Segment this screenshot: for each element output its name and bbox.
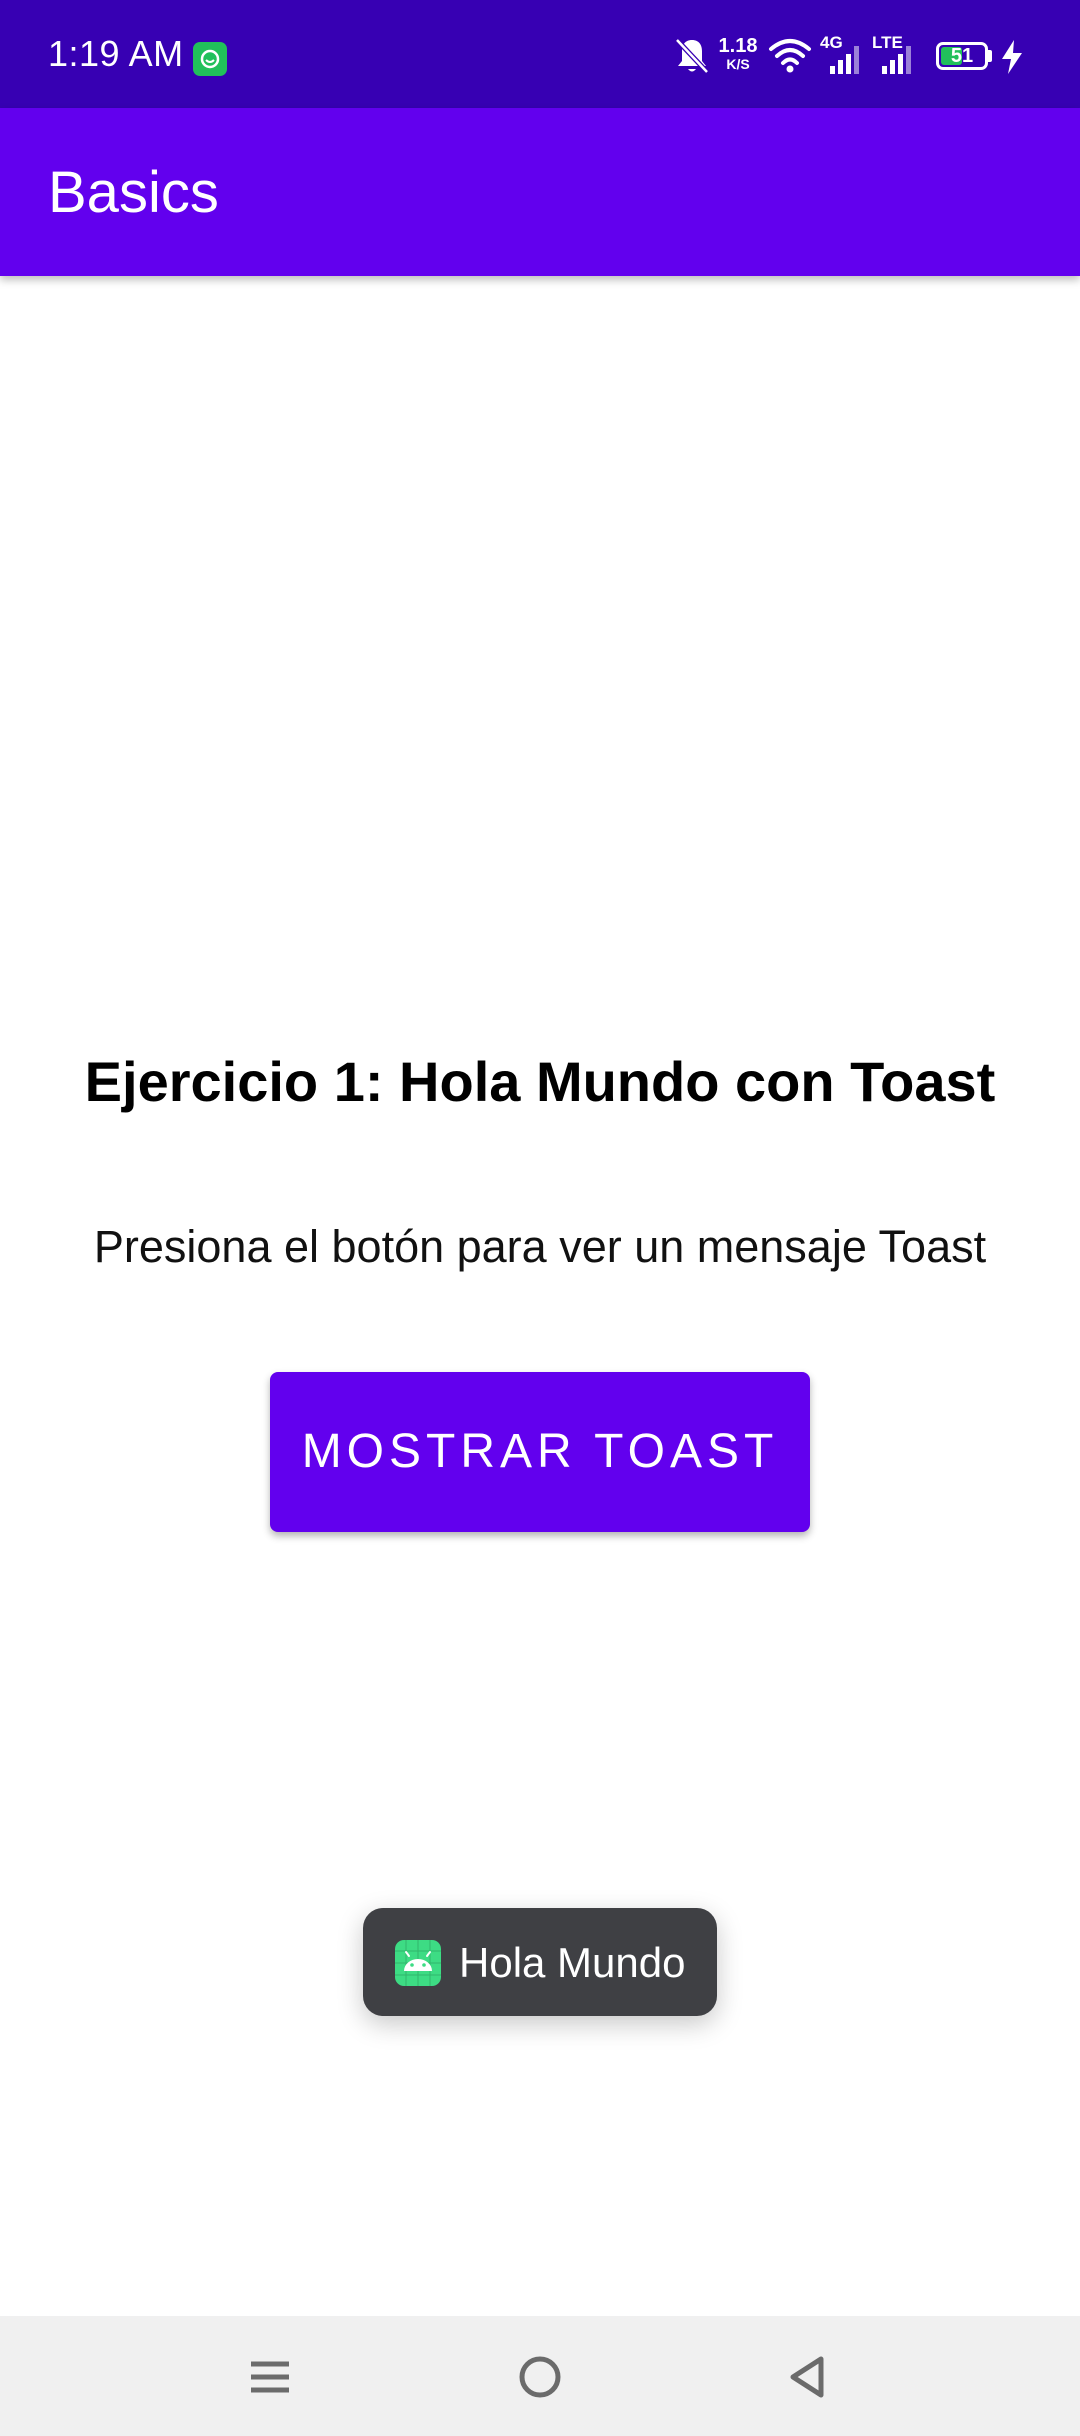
- battery-level: 51: [950, 45, 974, 67]
- net-speed-value: 1.18: [718, 35, 758, 57]
- bell-off-icon: [672, 34, 712, 83]
- wifi-icon: [768, 36, 812, 81]
- app-title: Basics: [48, 160, 219, 225]
- home-icon[interactable]: [505, 2342, 575, 2412]
- show-toast-button[interactable]: MOSTRAR TOAST: [270, 1372, 810, 1532]
- notification-app-icon: [193, 42, 227, 76]
- charging-bolt-icon: [1000, 40, 1024, 79]
- exercise-heading: Ejercicio 1: Hola Mundo con Toast: [84, 1050, 996, 1113]
- signal-4g-icon: 4G: [820, 34, 868, 82]
- net-speed-unit: K/S: [726, 56, 750, 72]
- navigation-bar: [0, 2316, 1080, 2436]
- android-app-icon: [395, 1940, 441, 1986]
- app-bar: Basics: [0, 108, 1080, 276]
- status-time: 1:19 AM: [48, 33, 184, 74]
- instruction-text: Presiona el botón para ver un mensaje To…: [93, 1221, 987, 1272]
- back-icon[interactable]: [773, 2342, 843, 2412]
- battery-icon: 51: [936, 42, 988, 70]
- toast-message: Hola Mundo: [363, 1908, 717, 2016]
- status-icons: 1.18 K/S 4G LTE 51: [672, 30, 1052, 82]
- toast-text: Hola Mundo: [459, 1939, 686, 1986]
- menu-icon[interactable]: [235, 2342, 305, 2412]
- status-bar: 1:19 AM 1.18 K/S 4G LTE 51: [0, 0, 1080, 108]
- signal-lte-icon: LTE: [872, 34, 920, 82]
- net-speed-indicator: 1.18 K/S: [716, 36, 760, 72]
- battery-tip: [988, 50, 992, 62]
